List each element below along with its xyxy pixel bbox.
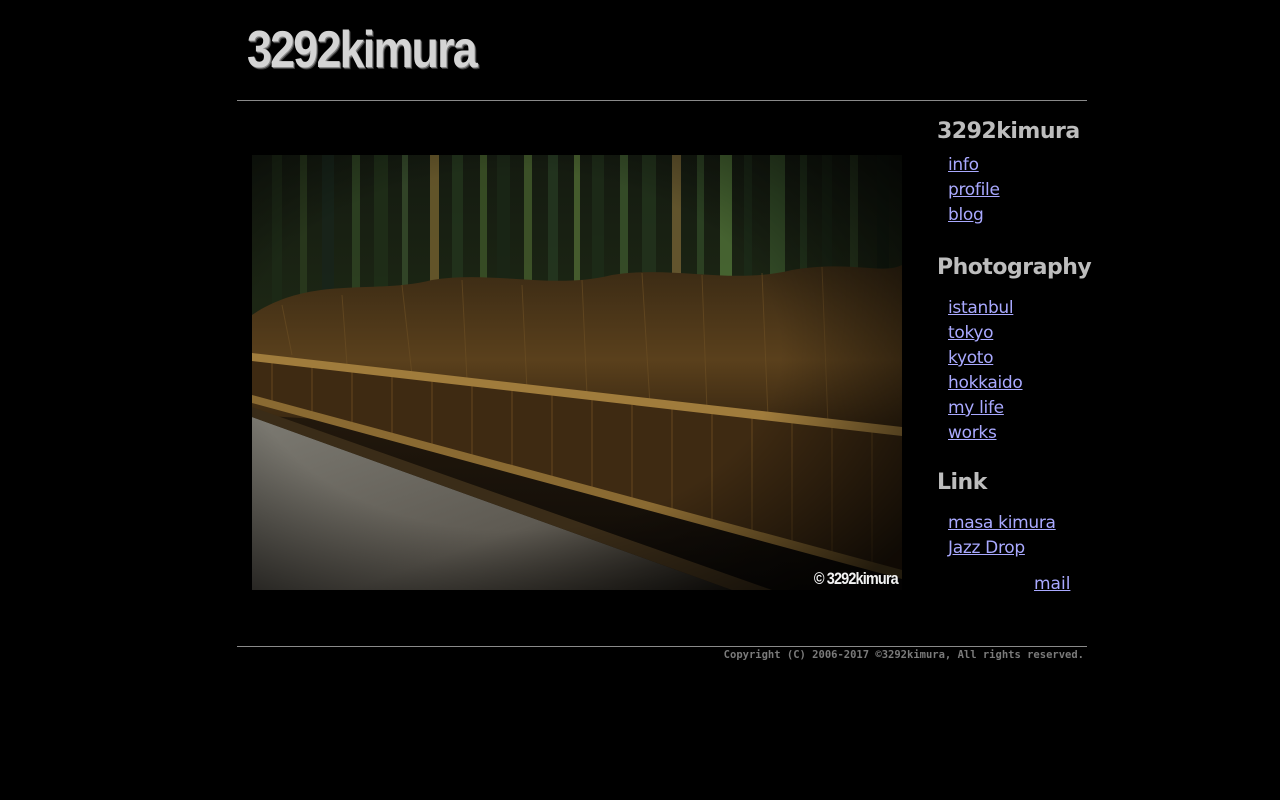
copyright-text: Copyright (C) 2006-2017 ©3292kimura, All… <box>723 649 1084 661</box>
nav-link-masa-kimura[interactable]: masa kimura <box>948 513 1056 533</box>
page-container: 3292kimura © 3292kimura 3292kimura info … <box>237 0 1092 800</box>
nav-link-my-life[interactable]: my life <box>948 398 1004 418</box>
photography-links: istanbul tokyo kyoto hokkaido my life wo… <box>937 295 1091 445</box>
sidebar-section-photography: Photography istanbul tokyo kyoto hokkaid… <box>937 252 1092 445</box>
nav-link-works[interactable]: works <box>948 423 997 443</box>
footer-divider <box>237 646 1087 647</box>
featured-photo: © 3292kimura <box>252 155 902 590</box>
sidebar-section-site: 3292kimura info profile blog <box>937 116 1080 227</box>
nav-link-jazz-drop[interactable]: Jazz Drop <box>948 538 1025 558</box>
header-divider <box>237 100 1087 101</box>
site-logo[interactable]: 3292kimura <box>247 24 478 76</box>
site-links: info profile blog <box>937 152 1080 227</box>
nav-link-tokyo[interactable]: tokyo <box>948 323 994 343</box>
external-links: masa kimura Jazz Drop <box>937 510 1056 560</box>
sidebar-section-link: Link masa kimura Jazz Drop <box>937 467 1056 560</box>
nav-link-info[interactable]: info <box>948 155 979 175</box>
photo-watermark: © 3292kimura <box>813 569 899 588</box>
nav-link-istanbul[interactable]: istanbul <box>948 298 1014 318</box>
sidebar-heading-site: 3292kimura <box>937 119 1080 144</box>
bamboo-fence-image <box>252 155 902 590</box>
nav-link-kyoto[interactable]: kyoto <box>948 348 994 368</box>
sidebar-heading-link: Link <box>937 470 987 495</box>
nav-link-hokkaido[interactable]: hokkaido <box>948 373 1023 393</box>
sidebar-heading-photography: Photography <box>937 255 1092 280</box>
mail-link[interactable]: mail <box>1034 572 1070 597</box>
nav-link-blog[interactable]: blog <box>948 205 984 225</box>
nav-link-profile[interactable]: profile <box>948 180 1000 200</box>
